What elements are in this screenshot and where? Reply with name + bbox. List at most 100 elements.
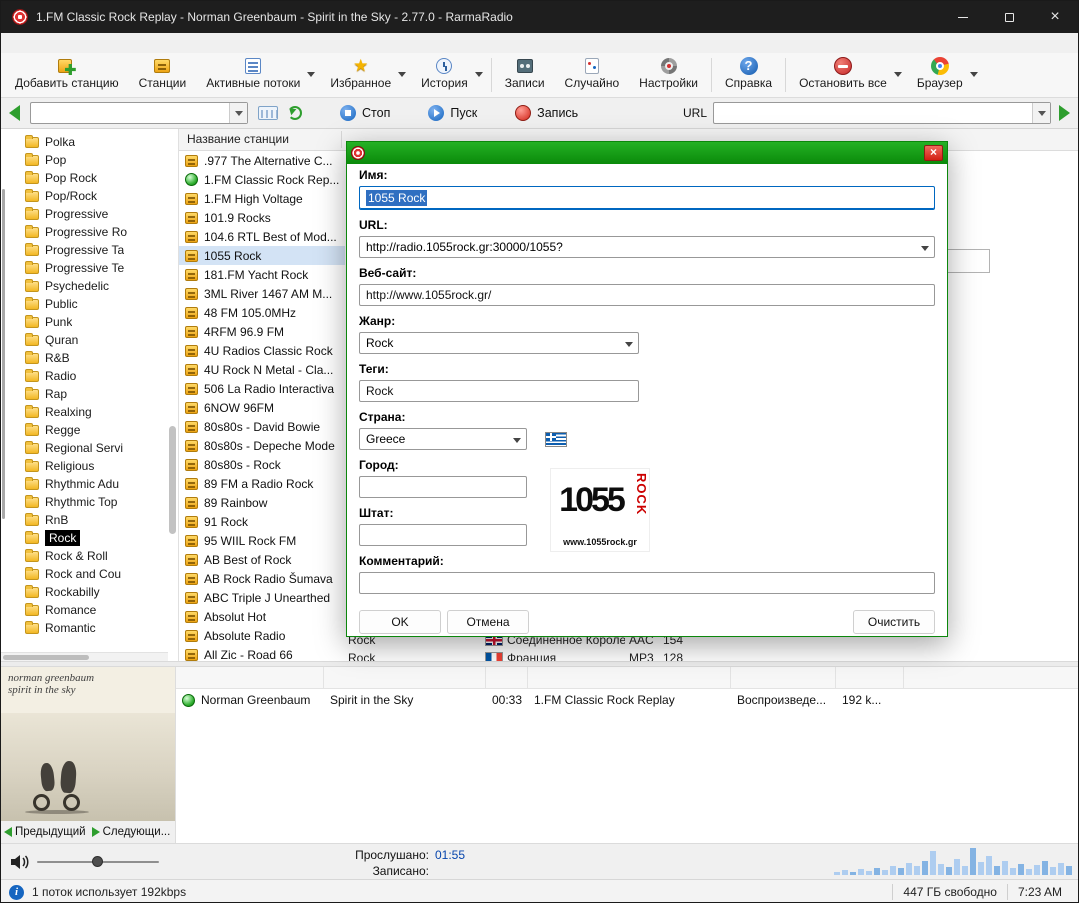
now-playing-column-header[interactable]	[836, 667, 904, 688]
genre-tree-item[interactable]: Rockabilly	[11, 583, 168, 601]
url-combo[interactable]	[713, 102, 1051, 124]
genre-tree-item[interactable]: Rock	[11, 529, 168, 547]
record-button[interactable]: Запись	[515, 105, 578, 121]
ok-button[interactable]: OK	[359, 610, 441, 634]
genre-tree-item[interactable]: Rock & Roll	[11, 547, 168, 565]
toolbar-button[interactable]: Браузер	[907, 53, 983, 97]
station-row[interactable]: 6NOW 96FM	[179, 398, 345, 417]
now-playing-column-header[interactable]	[324, 667, 486, 688]
speaker-icon[interactable]	[9, 853, 31, 876]
station-row[interactable]: AB Best of Rock	[179, 550, 345, 569]
station-row[interactable]: 506 La Radio Interactiva	[179, 379, 345, 398]
genre-tree-item[interactable]: Regge	[11, 421, 168, 439]
station-row[interactable]: 3ML River 1467 AM M...	[179, 284, 345, 303]
station-row[interactable]: AB Rock Radio Šumava	[179, 569, 345, 588]
genre-tree-item[interactable]: R&B	[11, 349, 168, 367]
genre-select-dropdown[interactable]	[620, 333, 638, 353]
toolbar-button[interactable]: История	[411, 53, 488, 97]
toolbar-button[interactable]: Добавить станцию	[5, 53, 129, 97]
genre-tree-item[interactable]: Romantic	[11, 619, 168, 637]
column-separator[interactable]	[341, 131, 342, 148]
genre-tree-item[interactable]: Rock and Cou	[11, 565, 168, 583]
genre-tree-item[interactable]: Rhythmic Adu	[11, 475, 168, 493]
genre-tree-item[interactable]: Romance	[11, 601, 168, 619]
cancel-button[interactable]: Отмена	[447, 610, 529, 634]
station-row[interactable]: 4RFM 96.9 FM	[179, 322, 345, 341]
station-row[interactable]: 89 FM a Radio Rock	[179, 474, 345, 493]
menu-item[interactable]	[29, 41, 47, 45]
menu-item[interactable]	[65, 41, 83, 45]
station-row[interactable]: 91 Rock	[179, 512, 345, 531]
clear-button[interactable]: Очистить	[853, 610, 935, 634]
keyboard-icon[interactable]	[258, 106, 278, 120]
genre-tree-item[interactable]: Progressive Te	[11, 259, 168, 277]
station-row[interactable]: 104.6 RTL Best of Mod...	[179, 227, 345, 246]
genre-tree-item[interactable]: Progressive Ro	[11, 223, 168, 241]
genre-tree-item[interactable]: RnB	[11, 511, 168, 529]
now-playing-column-header[interactable]	[176, 667, 324, 688]
website-input[interactable]	[359, 284, 935, 306]
now-playing-column-header[interactable]	[486, 667, 528, 688]
now-playing-row[interactable]: Norman Greenbaum Spirit in the Sky 00:33…	[176, 689, 1078, 711]
minimize-button[interactable]	[940, 1, 986, 33]
station-row[interactable]: 181.FM Yacht Rock	[179, 265, 345, 284]
genre-select[interactable]: Rock	[359, 332, 639, 354]
genre-tree-item[interactable]: Polka	[11, 133, 168, 151]
station-row[interactable]: 1055 Rock	[179, 246, 345, 265]
genre-tree-item[interactable]: Religious	[11, 457, 168, 475]
play-button[interactable]: Пуск	[428, 105, 477, 121]
tree-horizontal-scrollbar[interactable]	[1, 652, 168, 661]
tree-left-scrollbar[interactable]	[2, 189, 5, 519]
toolbar-button[interactable]: Настройки	[629, 53, 708, 97]
name-input[interactable]: 1055 Rock	[359, 186, 935, 210]
station-row[interactable]: 1.FM Classic Rock Rep...	[179, 170, 345, 189]
dropdown-arrow-icon[interactable]	[398, 72, 407, 81]
toolbar-button[interactable]: Справка	[715, 53, 782, 97]
station-row[interactable]: .977 The Alternative C...	[179, 151, 345, 170]
url-input-dropdown[interactable]	[916, 237, 934, 257]
toolbar-button[interactable]: Активные потоки	[196, 53, 320, 97]
now-playing-column-header[interactable]	[528, 667, 731, 688]
state-input[interactable]	[359, 524, 527, 546]
station-name-column-header[interactable]: Название станции	[187, 132, 289, 146]
city-input[interactable]	[359, 476, 527, 498]
genre-tree-item[interactable]: Progressive Ta	[11, 241, 168, 259]
dropdown-arrow-icon[interactable]	[893, 72, 902, 81]
forward-arrow-icon[interactable]	[1059, 105, 1070, 121]
maximize-button[interactable]	[986, 1, 1032, 33]
genre-tree-item[interactable]: Realxing	[11, 403, 168, 421]
station-row[interactable]: 95 WIIL Rock FM	[179, 531, 345, 550]
tags-input[interactable]	[359, 380, 639, 402]
toolbar-button[interactable]: Станции	[129, 53, 197, 97]
station-row[interactable]: 1.FM High Voltage	[179, 189, 345, 208]
station-row[interactable]: 48 FM 105.0MHz	[179, 303, 345, 322]
scrollbar-handle[interactable]	[3, 655, 89, 660]
genre-tree-item[interactable]: Pop Rock	[11, 169, 168, 187]
genre-tree-item[interactable]: Radio	[11, 367, 168, 385]
station-table-row[interactable]: Rock Франция MP3 128	[179, 649, 1078, 661]
station-row[interactable]: Absolut Hot	[179, 607, 345, 626]
station-row[interactable]: 4U Radios Classic Rock	[179, 341, 345, 360]
toolbar-button[interactable]: Записи	[495, 53, 555, 97]
dropdown-arrow-icon[interactable]	[307, 72, 316, 81]
next-button[interactable]: Следующи...	[89, 826, 174, 838]
country-select-dropdown[interactable]	[508, 429, 526, 449]
dialog-titlebar[interactable]: ×	[347, 142, 947, 164]
toolbar-button[interactable]: Случайно	[555, 53, 630, 97]
genre-tree-item[interactable]: Psychedelic	[11, 277, 168, 295]
back-arrow-icon[interactable]	[9, 105, 20, 121]
genre-tree-item[interactable]: Pop	[11, 151, 168, 169]
dropdown-arrow-icon[interactable]	[969, 72, 978, 81]
station-row[interactable]: 4U Rock N Metal - Cla...	[179, 360, 345, 379]
url-input[interactable]: http://radio.1055rock.gr:30000/1055?	[359, 236, 935, 258]
genre-tree-item[interactable]: Progressive	[11, 205, 168, 223]
country-select[interactable]: Greece	[359, 428, 527, 450]
now-playing-column-header[interactable]	[731, 667, 836, 688]
genre-tree-item[interactable]: Punk	[11, 313, 168, 331]
stop-button[interactable]: Стоп	[340, 105, 390, 121]
menu-item[interactable]	[11, 41, 29, 45]
url-combo-dropdown[interactable]	[1032, 103, 1050, 123]
close-button[interactable]: ×	[1032, 1, 1078, 33]
volume-thumb[interactable]	[92, 856, 103, 867]
station-row[interactable]: 101.9 Rocks	[179, 208, 345, 227]
